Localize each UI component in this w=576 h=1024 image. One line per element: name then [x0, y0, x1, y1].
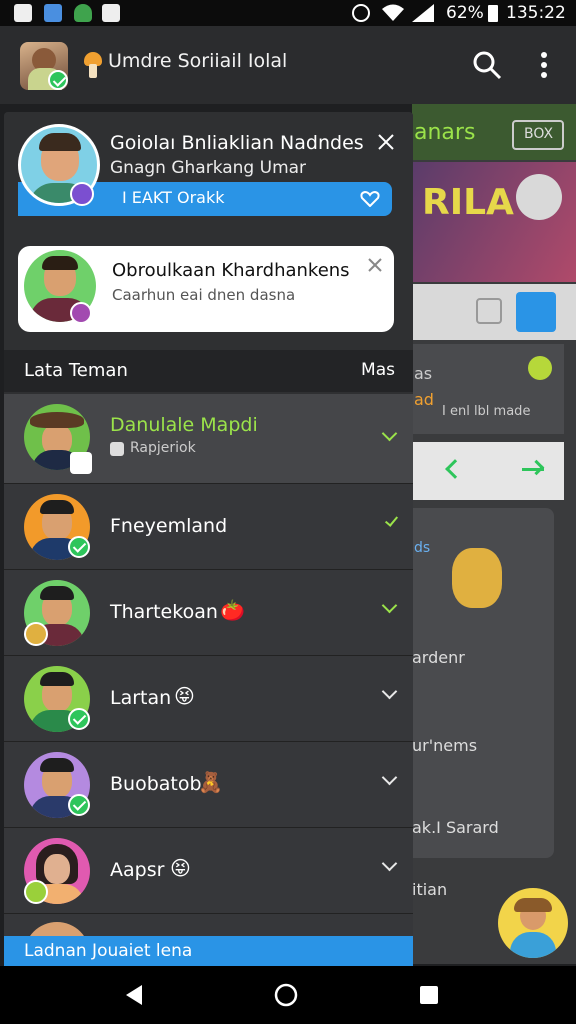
section-title: Lata Teman — [24, 360, 128, 381]
more-vert-icon[interactable] — [534, 50, 554, 80]
friend-row[interactable]: Buobatob 🧸 — [4, 742, 413, 828]
background-app: anars BOX RILA as ad I enl lbl made ds a… — [412, 104, 576, 964]
friends-drawer: Goiolaı Bnliaklian Nadndes Gnagn Gharkan… — [4, 112, 413, 966]
user-avatar[interactable] — [20, 42, 68, 90]
bg-bear-icon — [452, 548, 502, 608]
bg-banner: RILA — [412, 162, 576, 282]
recents-icon[interactable] — [420, 986, 438, 1004]
bg-list-item[interactable]: itian — [412, 880, 447, 899]
friend-name: Fneyemland — [110, 515, 228, 537]
alarm-icon — [352, 4, 370, 22]
heart-icon — [360, 191, 380, 207]
friend-emoji: 😝 — [174, 684, 195, 708]
bg-chat-button[interactable] — [516, 292, 556, 332]
friend-name: Thartekoan — [110, 601, 218, 623]
app-notification-icon — [102, 4, 120, 22]
system-nav-bar — [0, 966, 576, 1024]
bg-header-text: anars — [414, 120, 476, 145]
bg-search-icon[interactable] — [516, 174, 562, 220]
friend-emoji: 🧸 — [198, 770, 223, 794]
profile-name: Goiolaı Bnliaklian Nadndes — [110, 132, 364, 154]
notification-card[interactable]: Obroulkaan Khardhankens Caarhun eai dnen… — [18, 246, 394, 332]
expand-chevron-icon[interactable] — [381, 597, 398, 614]
photo-icon — [44, 4, 62, 22]
friend-row[interactable]: Fneyemland — [4, 484, 413, 570]
status-bar: 62% 135:22 — [0, 0, 576, 26]
friend-row[interactable]: Thartekoan 🍅 — [4, 570, 413, 656]
bg-nav-row — [412, 442, 564, 500]
friend-name: Lartan — [110, 687, 172, 709]
friend-name: Aapsr — [110, 859, 165, 881]
expand-chevron-icon[interactable] — [381, 855, 398, 872]
emoji-badge-icon — [24, 622, 48, 646]
bg-input-row — [412, 284, 576, 340]
friend-name: Buobatob — [110, 773, 202, 795]
verified-icon — [70, 182, 94, 206]
notification-subtitle: Caarhun eai dnen dasna — [112, 286, 296, 304]
friends-section-header: Lata Teman Mas — [4, 350, 413, 392]
bg-prev-icon[interactable] — [445, 459, 465, 479]
gallery-icon — [14, 4, 32, 22]
friend-row[interactable]: Lartan 😝 — [4, 656, 413, 742]
status-check-icon — [110, 442, 124, 456]
section-more-link[interactable]: Mas — [361, 360, 395, 380]
close-icon[interactable] — [378, 134, 394, 150]
bg-next-icon[interactable] — [522, 458, 546, 482]
bg-card: as ad I enl lbl made — [412, 344, 564, 434]
bottom-banner[interactable]: Ladnan Jouaiet lena — [4, 936, 413, 966]
floating-assistant-button[interactable] — [498, 888, 568, 958]
close-icon[interactable] — [368, 258, 382, 272]
notification-title: Obroulkaan Khardhankens — [112, 260, 350, 281]
home-icon[interactable] — [274, 983, 298, 1007]
cat-sticker-icon — [70, 452, 92, 474]
verified-icon — [70, 302, 92, 324]
emoji-badge-icon — [24, 880, 48, 904]
signal-icon — [412, 4, 434, 22]
expand-chevron-icon[interactable] — [381, 769, 398, 786]
app-logo-icon — [84, 52, 102, 78]
battery-icon — [488, 5, 498, 22]
friend-row[interactable]: Danulale Mapdi Rapjeriok — [4, 394, 413, 484]
bottom-banner-label: Ladnan Jouaiet lena — [24, 941, 193, 961]
battery-percentage: 62% — [446, 3, 484, 23]
profile-card: Goiolaı Bnliaklian Nadndes Gnagn Gharkan… — [4, 112, 413, 232]
expand-chevron-icon[interactable] — [381, 683, 398, 700]
friend-name: Danulale Mapdi — [110, 414, 258, 436]
wifi-icon — [382, 4, 404, 21]
search-icon[interactable] — [472, 50, 502, 80]
friend-emoji: 🍅 — [220, 598, 245, 622]
friend-emoji: 😝 — [170, 856, 191, 880]
back-icon[interactable] — [124, 984, 144, 1006]
bg-box-button[interactable]: BOX — [512, 120, 564, 150]
app-bar: Umdre Soriiail Iolal — [0, 26, 576, 104]
app-title: Umdre Soriiail Iolal — [108, 50, 288, 72]
clock: 135:22 — [506, 3, 566, 23]
friend-row[interactable]: Aapsr 😝 — [4, 828, 413, 914]
bg-edit-icon[interactable] — [476, 298, 502, 324]
profile-subtitle: Gnagn Gharkang Umar — [110, 158, 307, 178]
check-icon[interactable] — [384, 513, 399, 527]
shield-icon — [74, 4, 92, 22]
bg-emoji-icon — [528, 356, 552, 380]
friend-status: Rapjeriok — [130, 440, 196, 456]
bg-list: ds ardenr ur'nems ak.I Sarard — [412, 508, 554, 858]
expand-chevron-icon[interactable] — [381, 425, 398, 442]
